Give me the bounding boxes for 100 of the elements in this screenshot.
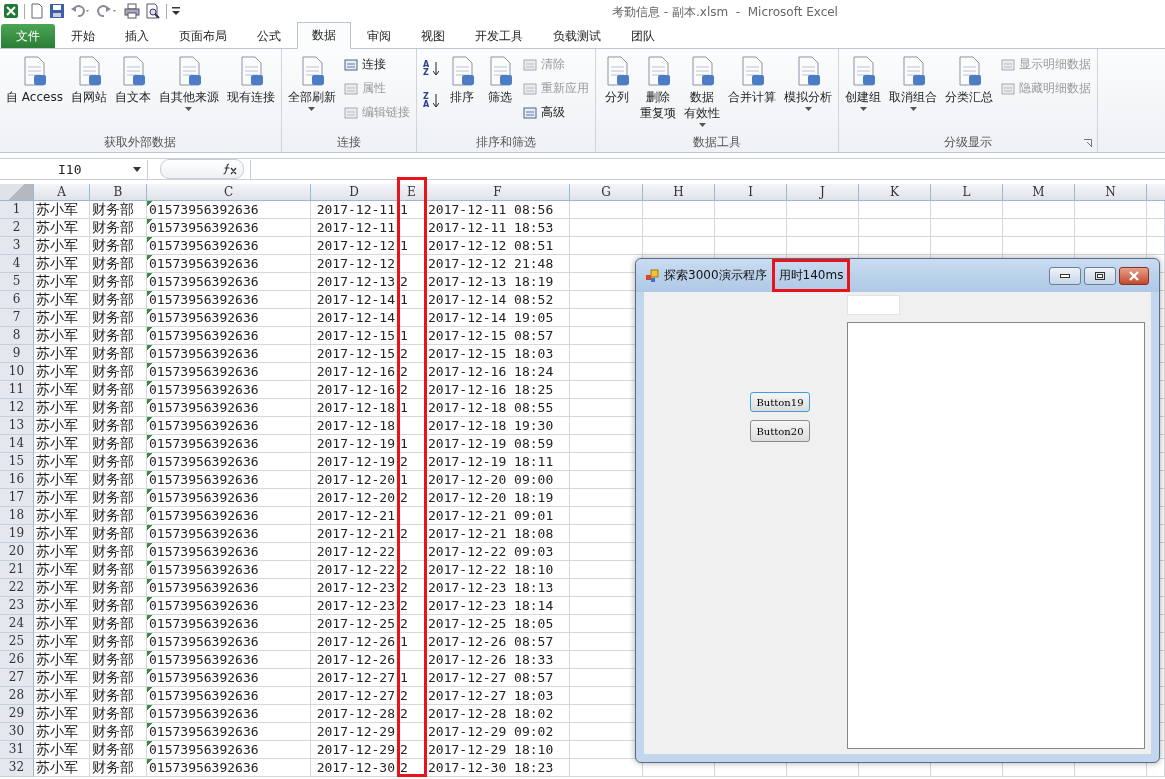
column-header[interactable]: J <box>787 184 859 201</box>
row-header[interactable]: 15 <box>0 453 34 471</box>
row-header[interactable]: 21 <box>0 561 34 579</box>
row-header[interactable]: 27 <box>0 669 34 687</box>
ribbon-button[interactable]: 分列 <box>599 53 636 107</box>
ribbon-button[interactable]: 自文本 <box>111 53 154 107</box>
row-header[interactable]: 8 <box>0 327 34 345</box>
table-cell: 2017-12-18 08:55 <box>426 399 570 417</box>
ribbon-button[interactable]: 创建组 <box>842 53 885 113</box>
ribbon-tab[interactable]: 负载测试 <box>539 24 615 48</box>
ribbon-button[interactable]: 自其他来源 <box>155 53 222 113</box>
column-header[interactable]: H <box>643 184 715 201</box>
table-cell: 苏小军 <box>34 543 90 561</box>
row-header[interactable]: 19 <box>0 525 34 543</box>
table-cell: 2017-12-19 18:11 <box>426 453 570 471</box>
row-header[interactable]: 22 <box>0 579 34 597</box>
ribbon-button[interactable]: 删除 重复项 <box>637 53 680 123</box>
table-cell: 财务部 <box>90 543 147 561</box>
row-header[interactable]: 2 <box>0 219 34 237</box>
ribbon-button[interactable]: 筛选 <box>482 53 519 107</box>
row-header[interactable]: 3 <box>0 237 34 255</box>
ribbon-button[interactable]: 合并计算 <box>725 53 780 107</box>
ribbon-button[interactable]: 数据 有效性 <box>681 53 724 129</box>
table-cell: 财务部 <box>90 669 147 687</box>
row-header[interactable]: 4 <box>0 255 34 273</box>
row-header[interactable]: 20 <box>0 543 34 561</box>
table-cell: 财务部 <box>90 759 147 777</box>
table-cell: 01573956392636 <box>147 561 311 579</box>
row-header[interactable]: 1 <box>0 201 34 219</box>
ribbon-button[interactable]: 模拟分析 <box>781 53 836 113</box>
row-header[interactable]: 24 <box>0 615 34 633</box>
column-header[interactable]: K <box>859 184 931 201</box>
ribbon-tab[interactable]: 视图 <box>407 24 459 48</box>
ribbon-button[interactable]: 现有连接 <box>223 53 278 107</box>
ribbon-tab[interactable]: 公式 <box>243 24 295 48</box>
column-header[interactable]: L <box>931 184 1003 201</box>
ribbon-button[interactable]: 自网站 <box>67 53 110 107</box>
ribbon-tab[interactable]: 审阅 <box>353 24 405 48</box>
row-header[interactable]: 23 <box>0 597 34 615</box>
table-cell: 财务部 <box>90 579 147 597</box>
ribbon-button[interactable]: 连接 <box>340 54 413 75</box>
column-header[interactable]: C <box>147 184 311 201</box>
table-cell: 01573956392636 <box>147 687 311 705</box>
ribbon-tab[interactable]: 团队 <box>617 24 669 48</box>
row-header[interactable]: 10 <box>0 363 34 381</box>
table-cell: 2017-12-29 18:10 <box>426 741 570 759</box>
row-header[interactable]: 32 <box>0 759 34 777</box>
column-header[interactable]: I <box>715 184 787 201</box>
column-header[interactable]: F <box>426 184 570 201</box>
table-cell: 2017-12-25 <box>311 615 398 633</box>
row-header[interactable]: 9 <box>0 345 34 363</box>
row-header[interactable]: 6 <box>0 291 34 309</box>
ribbon-tab[interactable]: 插入 <box>111 24 163 48</box>
ribbon-button[interactable]: 自 Access <box>3 53 66 107</box>
table-cell: 苏小军 <box>34 597 90 615</box>
ribbon-tab[interactable]: 页面布局 <box>165 24 241 48</box>
ribbon-button[interactable]: 高级 <box>520 102 593 123</box>
row-header[interactable]: 7 <box>0 309 34 327</box>
form-button[interactable]: Button20 <box>750 420 810 442</box>
row-header[interactable]: 13 <box>0 417 34 435</box>
column-header[interactable]: D <box>311 184 398 201</box>
table-cell: 2017-12-26 08:57 <box>426 633 570 651</box>
form-button[interactable]: Button19 <box>750 392 810 412</box>
name-box[interactable]: I10 <box>0 159 148 179</box>
table-cell: 2017-12-13 18:19 <box>426 273 570 291</box>
column-header[interactable]: B <box>90 184 147 201</box>
row-header[interactable]: 17 <box>0 489 34 507</box>
row-header[interactable]: 5 <box>0 273 34 291</box>
table-cell: 2 <box>398 759 426 777</box>
row-header[interactable]: 18 <box>0 507 34 525</box>
table-cell: 2017-12-12 08:51 <box>426 237 570 255</box>
row-header[interactable]: 11 <box>0 381 34 399</box>
ribbon-button[interactable]: 取消组合 <box>886 53 941 113</box>
column-header[interactable]: N <box>1075 184 1147 201</box>
row-header[interactable]: 25 <box>0 633 34 651</box>
row-header[interactable]: 29 <box>0 705 34 723</box>
table-cell: 1 <box>398 669 426 687</box>
ribbon-tab[interactable]: 文件 <box>1 24 55 48</box>
row-header[interactable]: 28 <box>0 687 34 705</box>
column-header[interactable]: G <box>570 184 643 201</box>
table-cell: 2 <box>398 381 426 399</box>
column-header[interactable]: A <box>34 184 90 201</box>
row-header[interactable]: 16 <box>0 471 34 489</box>
ribbon-tab[interactable]: 开发工具 <box>461 24 537 48</box>
column-header[interactable]: M <box>1003 184 1075 201</box>
row-header[interactable]: 26 <box>0 651 34 669</box>
sort-button[interactable]: A Z <box>419 59 443 79</box>
row-header[interactable]: 30 <box>0 723 34 741</box>
ribbon-button[interactable]: 全部刷新 <box>284 53 339 113</box>
ribbon-button[interactable]: 排序 <box>444 53 481 107</box>
table-cell: 财务部 <box>90 273 147 291</box>
row-header[interactable]: 14 <box>0 435 34 453</box>
row-header[interactable]: 12 <box>0 399 34 417</box>
group-label: 排序和筛选 <box>476 133 536 151</box>
table-cell: 2017-12-15 <box>311 345 398 363</box>
ribbon-tab[interactable]: 数据 <box>297 22 351 49</box>
ribbon-button[interactable]: 分类汇总 <box>942 53 997 107</box>
ribbon-tab[interactable]: 开始 <box>57 24 109 48</box>
sort-button[interactable]: Z A <box>419 91 443 111</box>
row-header[interactable]: 31 <box>0 741 34 759</box>
